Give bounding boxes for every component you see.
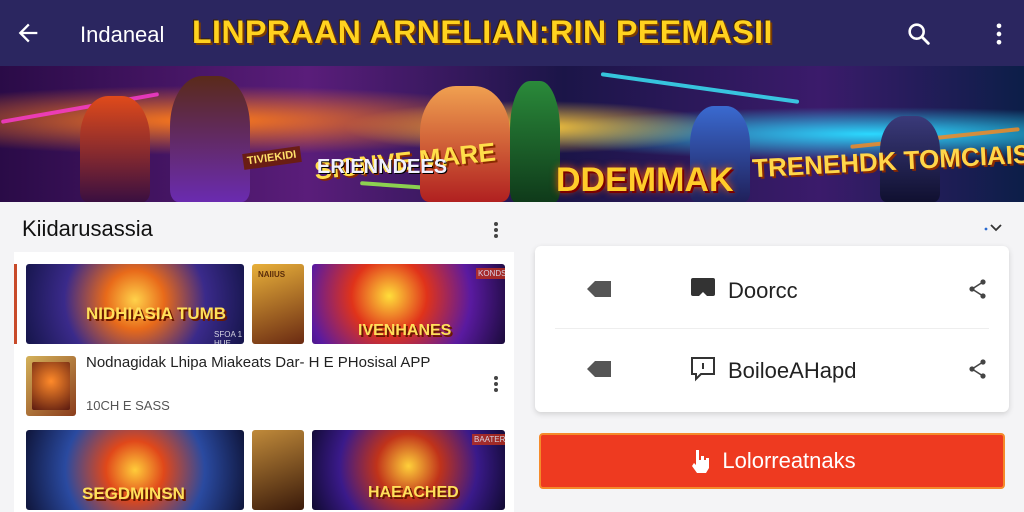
chevron-down-icon[interactable] [982, 218, 1004, 238]
game-tile[interactable]: HAEACHED BAATER [312, 430, 505, 510]
game-tile-title: IVENHANES [358, 322, 452, 339]
selection-indicator [14, 264, 17, 344]
primary-action-button[interactable]: Lolorreatnaks [539, 433, 1005, 489]
app-title-text[interactable]: Nodnagidak Lhipa Miakeats Dar- H E PHosi… [86, 354, 466, 372]
banner-subtitle: ERIENNDEES [317, 156, 448, 178]
page-headline: LINPRAAN ARNELIAN:RIN PEEMASII [192, 14, 773, 50]
game-tile[interactable]: IVENHANES KONDS [312, 264, 505, 344]
option-row[interactable]: Doorcc [535, 248, 1009, 328]
tag-icon [587, 281, 611, 297]
banner-small-badge: TIVIEKIDI [242, 146, 302, 170]
game-tile-title: SEGDMINSN [82, 484, 185, 503]
tag-icon [587, 361, 611, 377]
options-card: Doorcc BoiloeAHapd [535, 246, 1009, 412]
more-vert-icon[interactable] [985, 20, 1013, 48]
game-tile[interactable]: NAIIUS [252, 264, 304, 344]
search-icon[interactable] [905, 20, 933, 48]
game-tile[interactable] [252, 430, 304, 510]
cast-icon [691, 278, 715, 296]
hero-banner[interactable]: TIVIEKIDI SIONVE MARE DDEMMAK TRENEHDK T… [0, 66, 1024, 202]
section-title: Kiidarusassia [22, 216, 153, 241]
game-tile[interactable]: NIDHIASIA TUMB SFOA 1 HUE [26, 264, 244, 344]
option-label: BoiloeAHapd [728, 358, 857, 383]
primary-action-label: Lolorreatnaks [722, 448, 856, 473]
more-vert-icon[interactable] [486, 372, 506, 396]
option-label: Doorcc [728, 278, 798, 303]
app-icon[interactable] [26, 356, 76, 416]
game-tile-title: HAEACHED [368, 484, 459, 501]
app-bar: Indaneal LINPRAAN ARNELIAN:RIN PEEMASII [0, 0, 1024, 66]
more-vert-icon[interactable] [486, 218, 506, 242]
game-tile[interactable]: SEGDMINSN [26, 430, 244, 510]
game-tile-meta: NAIIUS [258, 270, 286, 279]
hand-pointer-icon [692, 450, 710, 473]
game-tile-meta: SFOA 1 HUE [214, 330, 243, 344]
game-tile-title: NIDHIASIA TUMB [86, 304, 227, 323]
game-tile-meta: BAATER [472, 434, 505, 445]
game-tile-meta: KONDS [476, 268, 505, 279]
banner-badge-2: DDEMMAK [556, 161, 734, 199]
app-title: Indaneal [80, 22, 165, 47]
app-subtitle-text: 10CH E SASS [86, 398, 170, 413]
share-icon[interactable] [967, 278, 989, 300]
arrow-back-icon[interactable] [14, 19, 42, 47]
comment-icon [691, 357, 715, 382]
share-icon[interactable] [967, 358, 989, 380]
option-row[interactable]: BoiloeAHapd [535, 328, 1009, 408]
